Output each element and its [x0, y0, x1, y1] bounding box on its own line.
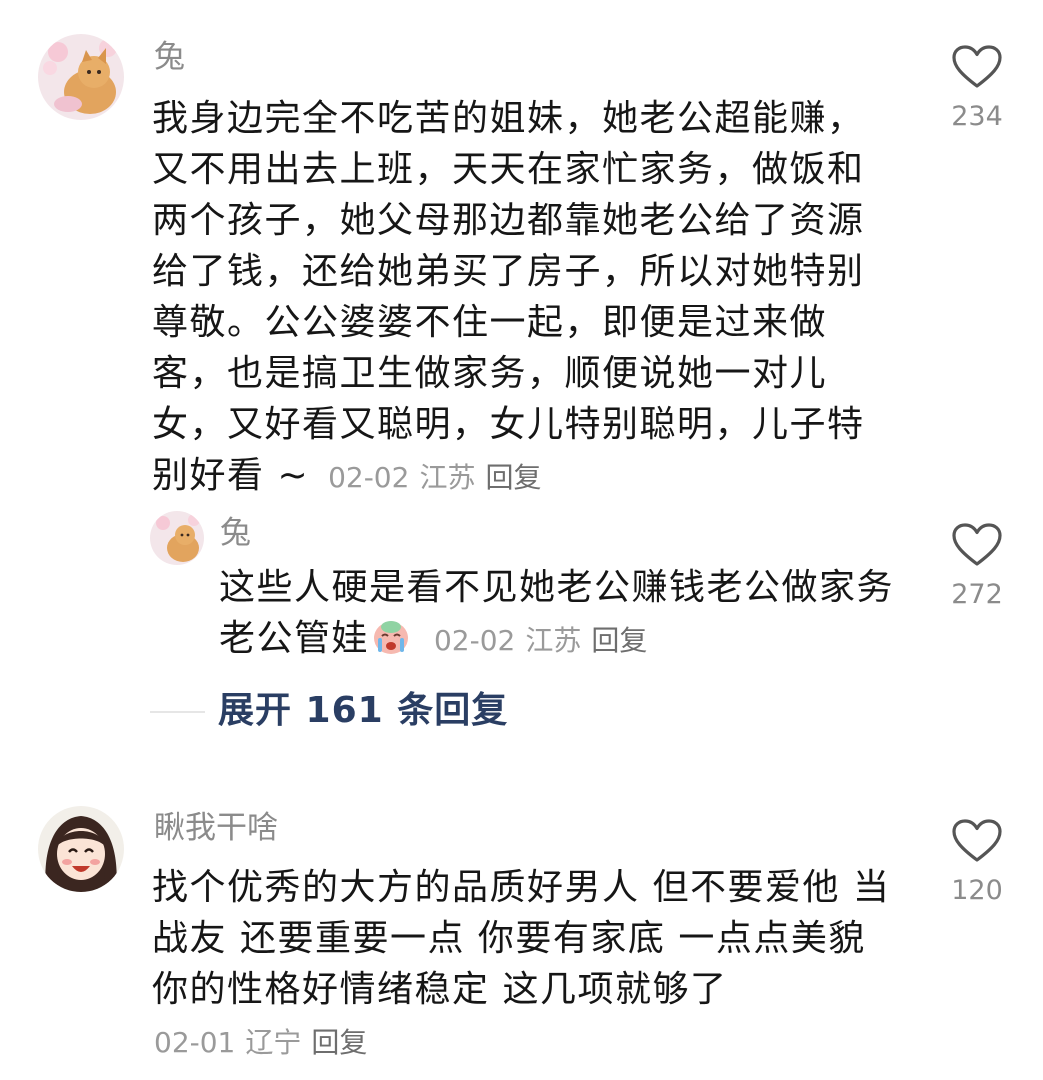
- comment-location: 辽宁: [245, 1026, 302, 1059]
- comment-line: 又不用出去上班，天天在家忙家务，做饭和: [152, 149, 865, 190]
- reply-username[interactable]: 兔: [220, 513, 251, 553]
- girl-avatar-image: [38, 806, 124, 892]
- comment-line: 给了钱，还给她弟买了房子，所以对她特别: [152, 251, 865, 292]
- comment-date: 02-01: [154, 1026, 236, 1059]
- like-button[interactable]: 120: [937, 818, 1017, 908]
- heart-outline-icon: [952, 523, 1002, 566]
- comment-username[interactable]: 兔: [154, 37, 185, 77]
- like-count: 272: [951, 579, 1003, 610]
- reply-button[interactable]: 回复: [485, 461, 541, 494]
- cat-avatar-image: [38, 34, 124, 120]
- comment-line: 别好看 ~: [152, 455, 310, 496]
- comment-location: 江苏: [419, 461, 476, 494]
- comment-line: 老公管娃: [219, 618, 370, 659]
- comment-line: 两个孩子，她父母那边都靠她老公给了资源: [152, 200, 865, 241]
- comment-username[interactable]: 瞅我干啥: [154, 808, 278, 848]
- comment-line: 找个优秀的大方的品质好男人 但不要爱他 当: [152, 867, 891, 908]
- like-button[interactable]: 272: [937, 522, 1017, 612]
- comment-date: 02-02: [328, 461, 410, 494]
- reply-button[interactable]: 回复: [311, 1026, 367, 1059]
- heart-outline-icon: [952, 45, 1002, 88]
- comment-body: 我身边完全不吃苦的姐妹，她老公超能赚， 又不用出去上班，天天在家忙家务，做饭和 …: [152, 93, 865, 503]
- comment-last-line: 老公管娃 02-02 江苏 回复: [219, 613, 894, 670]
- expand-divider: [150, 711, 205, 713]
- comment-location: 江苏: [525, 624, 582, 657]
- comment-meta: 02-02 江苏 回复: [434, 624, 657, 657]
- reply-button[interactable]: 回复: [591, 624, 647, 657]
- like-count: 234: [951, 101, 1003, 132]
- comment-line: 你的性格好情绪稳定 这几项就够了: [152, 969, 728, 1010]
- comment-line: 尊敬。公公婆婆不住一起，即便是过来做: [152, 302, 828, 343]
- reply-body: 这些人硬是看不见她老公赚钱老公做家务 老公管娃 02-02 江苏 回复: [219, 562, 894, 670]
- comment-line: 客，也是搞卫生做家务，顺便说她一对儿: [152, 353, 828, 394]
- comment-line: 我身边完全不吃苦的姐妹，她老公超能赚，: [152, 98, 865, 139]
- avatar[interactable]: [38, 34, 124, 120]
- avatar[interactable]: [38, 806, 124, 892]
- like-button[interactable]: 234: [937, 44, 1017, 134]
- crying-face-emoji-icon: [371, 618, 411, 670]
- comment-meta: 02-02 江苏 回复: [328, 461, 551, 494]
- cat-avatar-image: [150, 511, 204, 565]
- heart-outline-icon: [952, 819, 1002, 862]
- comment-body: 找个优秀的大方的品质好男人 但不要爱他 当 战友 还要重要一点 你要有家底 一点…: [152, 862, 890, 1015]
- avatar[interactable]: [150, 511, 204, 565]
- comment-line: 这些人硬是看不见她老公赚钱老公做家务: [219, 567, 895, 608]
- comment-line: 战友 还要重要一点 你要有家底 一点点美貌: [152, 918, 866, 959]
- comment-meta: 02-01 辽宁 回复: [154, 1025, 377, 1061]
- comment-line: 女，又好看又聪明，女儿特别聪明，儿子特: [152, 404, 865, 445]
- like-count: 120: [951, 875, 1003, 906]
- expand-replies-button[interactable]: 展开 161 条回复: [218, 688, 508, 734]
- comment-date: 02-02: [433, 624, 516, 657]
- comment-last-line: 别好看 ~ 02-02 江苏 回复: [152, 450, 865, 503]
